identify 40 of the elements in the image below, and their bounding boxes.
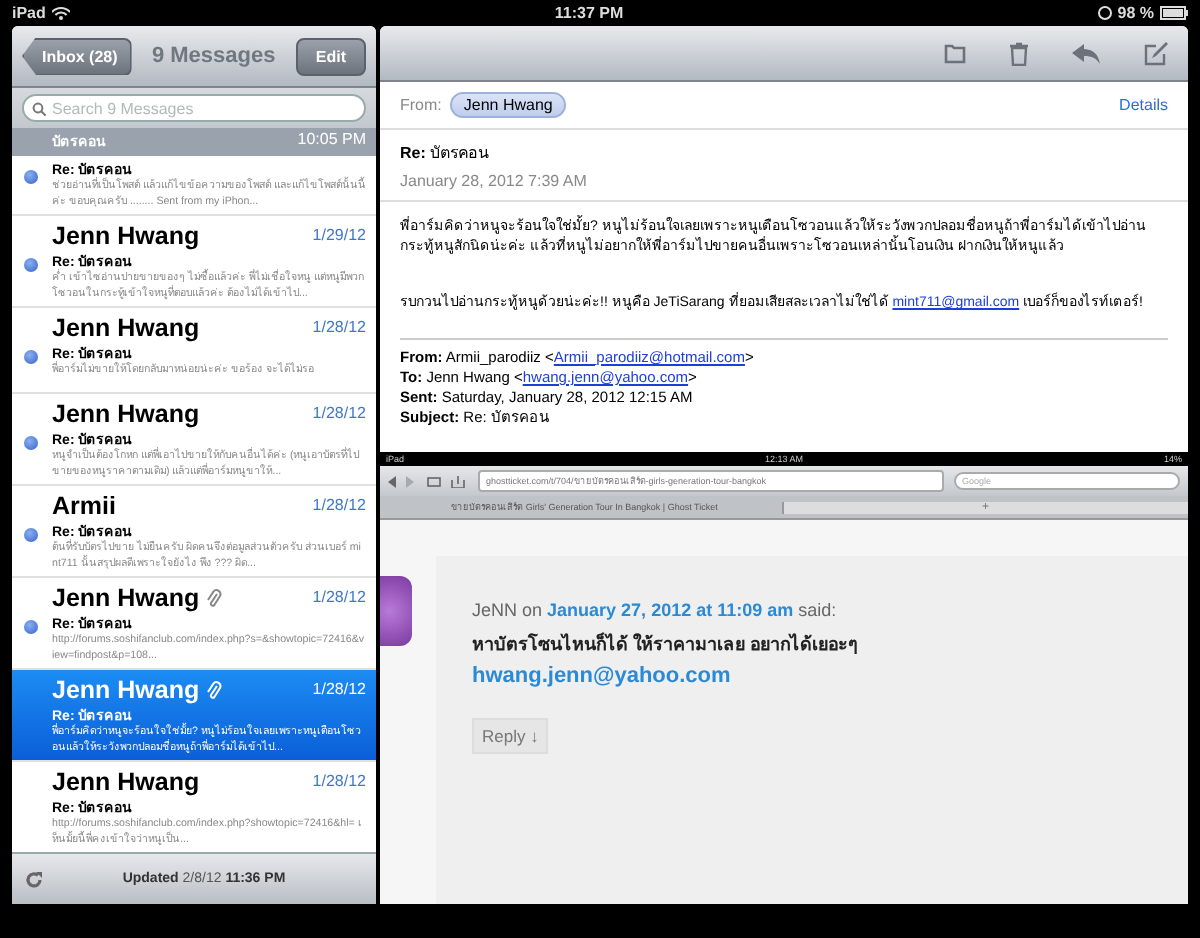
email-date: January 28, 2012 7:39 AM	[400, 172, 589, 190]
message-date: 1/28/12	[312, 588, 366, 606]
list-title: 9 Messages	[149, 44, 278, 68]
message-sender: Jenn Hwang	[52, 399, 200, 427]
details-link[interactable]: Details	[1119, 96, 1168, 114]
sender-chip[interactable]: Jenn Hwang	[449, 92, 567, 118]
search-icon	[32, 102, 46, 116]
message-sender: Armii	[52, 491, 116, 519]
trash-icon[interactable]	[1010, 41, 1028, 65]
rotation-lock-icon	[1097, 6, 1112, 20]
battery-icon	[1160, 6, 1189, 20]
reply-button[interactable]: Reply ↓	[472, 718, 549, 754]
battery-percent: 98 %	[1117, 4, 1155, 22]
message-sender: Jenn Hwang	[52, 583, 200, 611]
compose-icon[interactable]	[1144, 41, 1168, 65]
message-sender: Jenn Hwang	[52, 767, 200, 795]
email-subject: Re: บัตรคอน	[400, 142, 491, 166]
message-date: 1/29/12	[312, 226, 366, 244]
search-field[interactable]: Search 9 Messages	[22, 94, 366, 122]
message-date: 1/28/12	[312, 680, 366, 698]
message-sender: Jenn Hwang	[52, 675, 200, 703]
message-date: 1/28/12	[312, 318, 366, 336]
folder-icon[interactable]	[944, 42, 966, 64]
browser-nav-icons-drawing	[388, 475, 468, 487]
clock: 11:37 PM	[554, 4, 624, 22]
message-sender: Jenn Hwang	[52, 313, 200, 341]
comment-byline: JeNN on January 27, 2012 at 11:09 am said:	[472, 600, 839, 620]
refresh-icon[interactable]	[24, 869, 44, 889]
message-date: 10:05 PM	[297, 130, 366, 152]
message-date: 1/28/12	[312, 772, 366, 790]
message-date: 1/28/12	[312, 404, 366, 422]
device-name: iPad	[12, 4, 46, 22]
comment-text: หาบัตรโซนไหนก็ได้ ให้ราคามาเลย อยากได้เยอะๆ	[472, 630, 861, 658]
message-date: 1/28/12	[312, 496, 366, 514]
inbox-back-button[interactable]: Inbox (28)	[22, 37, 132, 75]
avatar-image	[380, 576, 412, 646]
message-sender: Jenn Hwang	[52, 221, 200, 249]
wifi-icon	[51, 6, 70, 20]
reply-icon[interactable]	[1072, 43, 1100, 63]
from-label: From:	[400, 96, 442, 114]
